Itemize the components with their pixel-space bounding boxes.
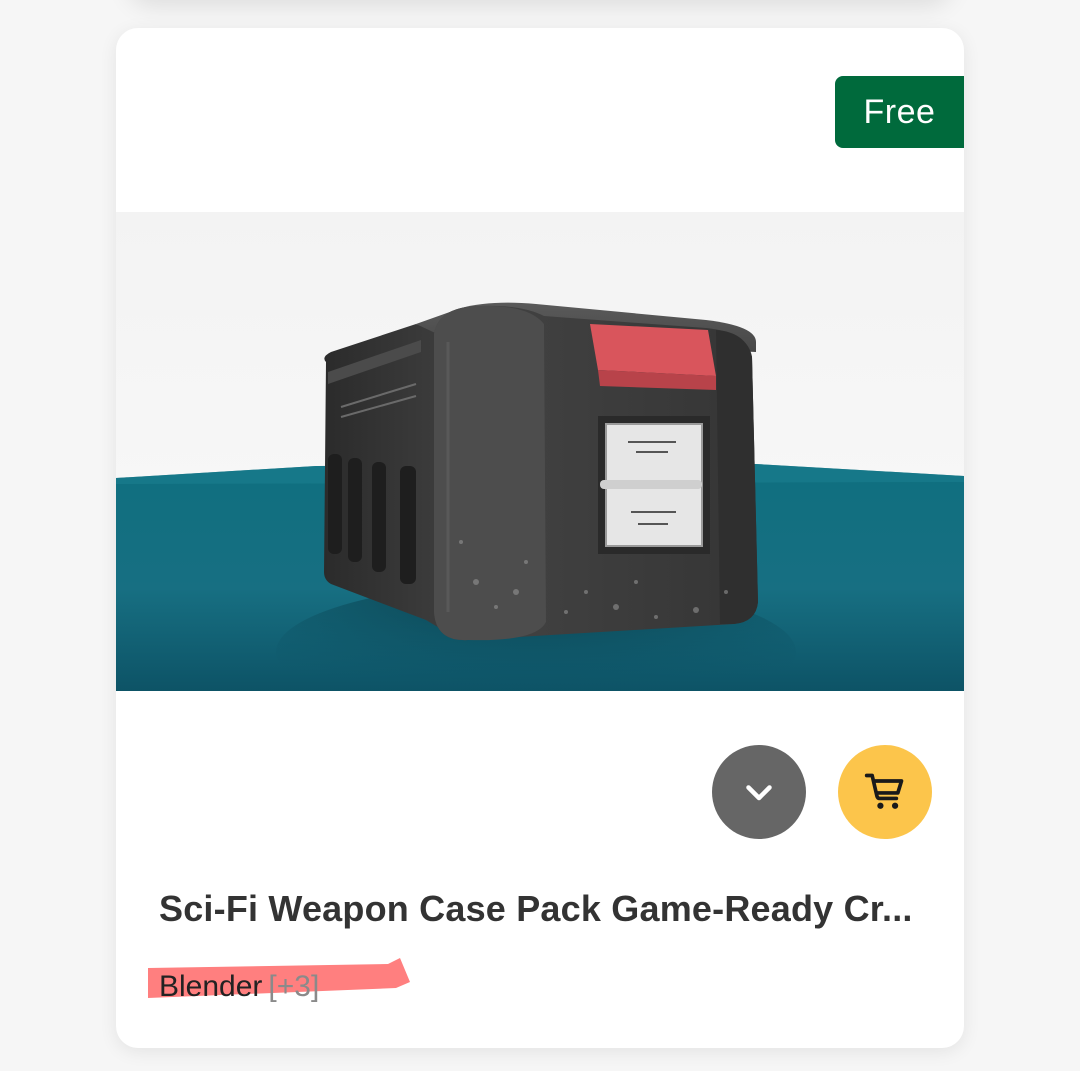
add-to-cart-button[interactable]	[838, 745, 932, 839]
chevron-down-icon	[746, 785, 772, 801]
software-label: Blender	[159, 970, 263, 1003]
shopping-cart-icon	[864, 773, 904, 809]
extra-formats-count[interactable]: [+3]	[268, 970, 319, 1003]
price-badge: Free	[835, 76, 964, 148]
expand-button[interactable]	[712, 745, 806, 839]
product-image[interactable]	[116, 212, 964, 691]
product-title[interactable]: Sci-Fi Weapon Case Pack Game-Ready Cr...	[159, 888, 934, 930]
product-card[interactable]: Free Sci-Fi Weapon Case Pack Game-Ready …	[116, 28, 964, 1048]
